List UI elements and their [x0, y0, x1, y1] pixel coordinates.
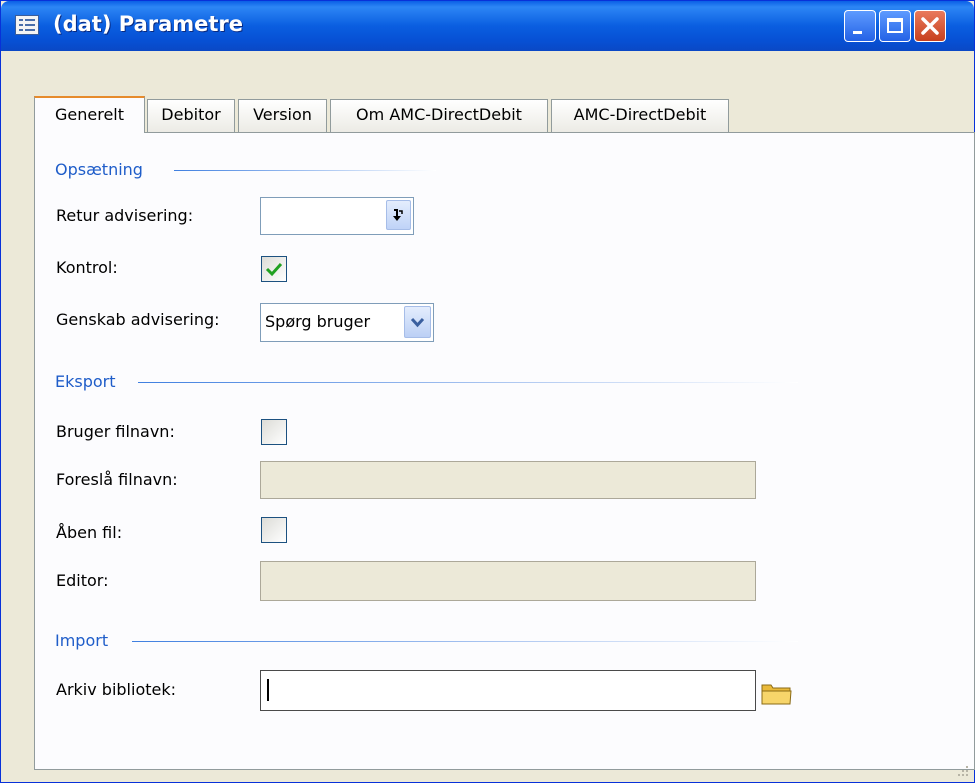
tab-version[interactable]: Version — [238, 99, 327, 132]
editor-label: Editor: — [56, 571, 109, 590]
tab-generelt[interactable]: Generelt — [34, 96, 145, 133]
tab-amc-directdebit[interactable]: AMC-DirectDebit — [551, 99, 729, 132]
section-heading-opsaetning: Opsætning — [55, 160, 143, 179]
retur-advisering-field[interactable] — [260, 197, 414, 235]
aaben-fil-label: Åben fil: — [56, 523, 123, 542]
parametre-window: (dat) Parametre Generelt Debitor Version… — [0, 0, 975, 783]
title-bar[interactable]: (dat) Parametre — [1, 1, 974, 51]
lookup-button[interactable] — [386, 200, 411, 230]
resize-grip-icon[interactable] — [956, 764, 970, 778]
maximize-icon — [887, 18, 903, 33]
editor-field[interactable] — [260, 561, 756, 601]
arkiv-bibliotek-input[interactable] — [260, 670, 756, 711]
tab-debitor[interactable]: Debitor — [147, 99, 235, 132]
section-divider — [174, 170, 436, 171]
aaben-fil-checkbox[interactable] — [261, 517, 287, 543]
genskab-advisering-label: Genskab advisering: — [56, 310, 220, 329]
kontrol-label: Kontrol: — [56, 258, 118, 277]
section-divider — [132, 641, 798, 642]
kontrol-checkbox[interactable] — [261, 256, 287, 282]
close-icon — [921, 17, 939, 35]
foreslaa-filnavn-label: Foreslå filnavn: — [56, 470, 178, 489]
folder-icon[interactable] — [760, 681, 793, 706]
foreslaa-filnavn-field[interactable] — [260, 461, 756, 499]
tab-om-amc-directdebit[interactable]: Om AMC-DirectDebit — [330, 99, 548, 132]
section-heading-import: Import — [55, 631, 109, 650]
check-icon — [265, 262, 283, 277]
form-icon — [15, 15, 39, 35]
close-button[interactable] — [914, 10, 946, 42]
genskab-advisering-dropdown[interactable]: Spørg bruger — [260, 303, 434, 342]
section-heading-eksport: Eksport — [55, 372, 116, 391]
genskab-advisering-value: Spørg bruger — [265, 312, 371, 331]
arkiv-bibliotek-label: Arkiv bibliotek: — [56, 680, 176, 699]
maximize-button[interactable] — [879, 10, 911, 42]
window-title: (dat) Parametre — [53, 12, 244, 36]
text-caret — [267, 679, 269, 701]
bruger-filnavn-checkbox[interactable] — [261, 419, 287, 445]
chevron-down-icon — [410, 317, 425, 328]
section-divider — [138, 382, 798, 383]
minimize-button[interactable] — [844, 10, 876, 42]
lookup-arrow-icon — [393, 209, 403, 221]
dropdown-button[interactable] — [404, 306, 431, 338]
retur-advisering-label: Retur advisering: — [56, 206, 194, 225]
bruger-filnavn-label: Bruger filnavn: — [56, 422, 175, 441]
minimize-icon — [853, 31, 862, 34]
